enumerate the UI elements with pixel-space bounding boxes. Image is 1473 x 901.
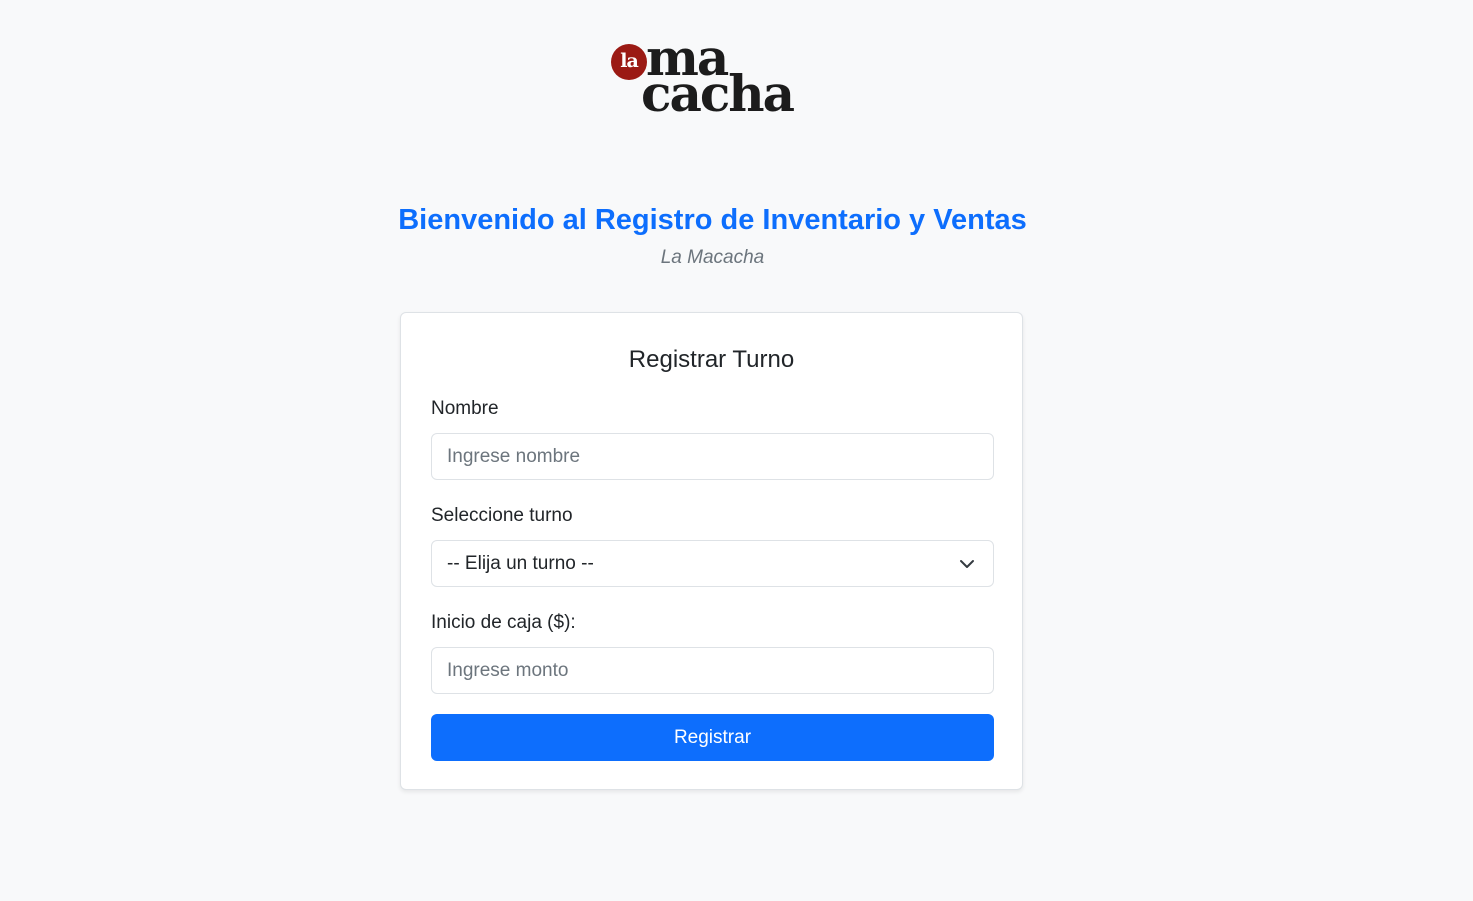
cash-start-label: Inicio de caja ($): [431, 612, 576, 633]
shift-select-value: -- Elija un turno -- [447, 553, 594, 574]
page: la ma cacha Bienvenido al Registro de In… [0, 0, 1473, 901]
shift-label: Seleccione turno [431, 505, 573, 526]
name-input[interactable] [431, 433, 994, 480]
shift-select[interactable]: -- Elija un turno -- [431, 540, 994, 587]
page-title: Bienvenido al Registro de Inventario y V… [398, 204, 1027, 236]
register-button[interactable]: Registrar [431, 714, 994, 761]
shift-registration-card: Registrar Turno Nombre Seleccione turno … [400, 312, 1023, 790]
chevron-down-icon [960, 560, 974, 568]
name-label: Nombre [431, 398, 499, 419]
page-subtitle: La Macacha [660, 247, 765, 268]
card-title: Registrar Turno [628, 346, 795, 373]
cash-start-input[interactable] [431, 647, 994, 694]
logo-text-line2: cacha [641, 64, 795, 123]
brand-logo: la ma cacha [608, 30, 818, 123]
